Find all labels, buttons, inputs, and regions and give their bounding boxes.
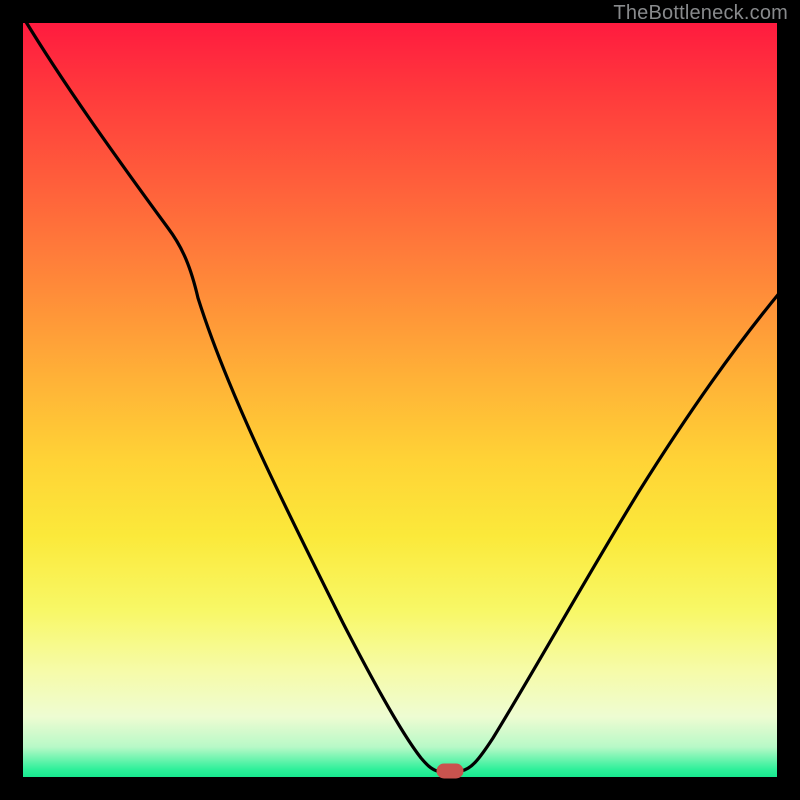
curve-path (23, 17, 781, 771)
watermark-text: TheBottleneck.com (613, 2, 788, 25)
bottleneck-curve (23, 23, 777, 777)
plot-area (23, 23, 777, 777)
optimal-marker (437, 764, 463, 778)
chart-frame: TheBottleneck.com (0, 0, 800, 800)
